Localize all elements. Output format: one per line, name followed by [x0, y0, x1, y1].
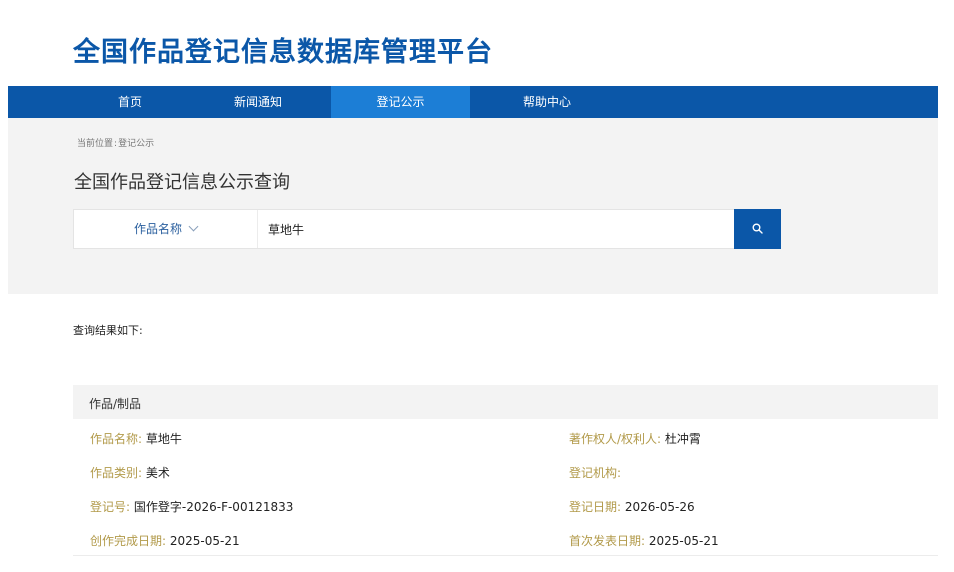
search-input[interactable] [268, 210, 728, 248]
search-type-dropdown[interactable]: 作品名称 [74, 210, 258, 248]
result-card: 作品/制品 作品名称: 草地牛 著作权人/权利人: 杜冲霄 作品类别: 美术 登… [73, 385, 938, 556]
field-value: 美术 [145, 466, 170, 480]
field-label: 首次发表日期: [569, 534, 646, 548]
breadcrumb: 当前位置:登记公示 [77, 136, 154, 149]
field-label: 作品名称: [90, 432, 143, 446]
results-label: 查询结果如下: [73, 324, 143, 337]
field-value: 2026-05-26 [624, 500, 695, 514]
nav-item-registration-notice[interactable]: 登记公示 [331, 86, 470, 118]
card-header: 作品/制品 [73, 385, 938, 419]
field-first-publication-date: 首次发表日期: 2025-05-21 [569, 532, 719, 549]
field-work-name: 作品名称: 草地牛 [90, 430, 182, 447]
site-title: 全国作品登记信息数据库管理平台 [73, 37, 493, 68]
field-label: 登记号: [90, 500, 131, 514]
search-panel: 当前位置:登记公示 全国作品登记信息公示查询 作品名称 [8, 118, 938, 294]
breadcrumb-current[interactable]: 登记公示 [118, 139, 154, 149]
field-label: 创作完成日期: [90, 534, 167, 548]
field-label: 著作权人/权利人: [569, 432, 662, 446]
breadcrumb-separator: : [114, 139, 118, 149]
search-type-label: 作品名称 [133, 222, 182, 236]
field-registration-agency: 登记机构: [569, 464, 621, 481]
field-registration-date: 登记日期: 2026-05-26 [569, 498, 695, 515]
field-creation-date: 创作完成日期: 2025-05-21 [90, 532, 240, 549]
field-value: 2025-05-21 [169, 534, 240, 548]
breadcrumb-prefix: 当前位置 [77, 139, 114, 149]
search-icon [752, 223, 763, 234]
section-title: 全国作品登记信息公示查询 [74, 172, 290, 193]
nav-item-help[interactable]: 帮助中心 [492, 86, 602, 118]
field-label: 登记机构: [569, 466, 622, 480]
field-label: 登记日期: [569, 500, 622, 514]
search-bar: 作品名称 [73, 209, 781, 249]
field-value: 杜冲霄 [664, 432, 701, 446]
main-nav: 首页 新闻通知 登记公示 帮助中心 [8, 86, 938, 118]
card-category: 作品/制品 [89, 397, 142, 411]
nav-item-news[interactable]: 新闻通知 [208, 86, 308, 118]
search-button[interactable] [734, 209, 781, 249]
field-value: 国作登字-2026-F-00121833 [133, 500, 294, 514]
field-label: 作品类别: [90, 466, 143, 480]
field-copyright-owner: 著作权人/权利人: 杜冲霄 [569, 430, 701, 447]
nav-item-home[interactable]: 首页 [85, 86, 175, 118]
field-registration-number: 登记号: 国作登字-2026-F-00121833 [90, 498, 293, 515]
chevron-down-icon [188, 221, 199, 232]
field-value: 2025-05-21 [648, 534, 719, 548]
field-work-category: 作品类别: 美术 [90, 464, 170, 481]
field-value: 草地牛 [145, 432, 182, 446]
